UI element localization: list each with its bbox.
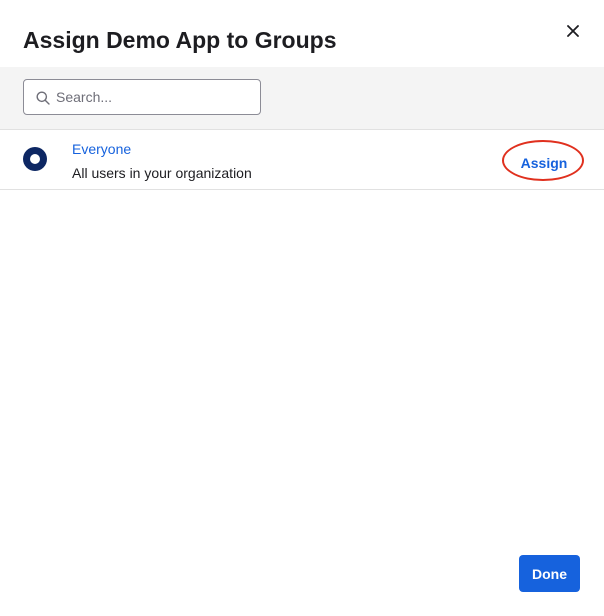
search-icon — [36, 91, 50, 105]
assign-groups-dialog: Assign Demo App to Groups Everyone All u… — [0, 0, 604, 616]
group-name-link[interactable]: Everyone — [72, 140, 131, 158]
close-button[interactable] — [562, 20, 584, 42]
group-circle-icon — [23, 147, 47, 171]
close-icon — [567, 25, 579, 37]
search-bar — [0, 67, 604, 130]
dialog-header: Assign Demo App to Groups — [0, 0, 604, 67]
group-row: Everyone All users in your organization … — [0, 130, 604, 190]
search-field[interactable] — [23, 79, 261, 115]
dialog-title: Assign Demo App to Groups — [23, 27, 337, 53]
assign-button[interactable]: Assign — [502, 146, 586, 180]
group-description: All users in your organization — [72, 165, 252, 181]
done-button[interactable]: Done — [519, 555, 580, 592]
search-input[interactable] — [56, 80, 256, 114]
